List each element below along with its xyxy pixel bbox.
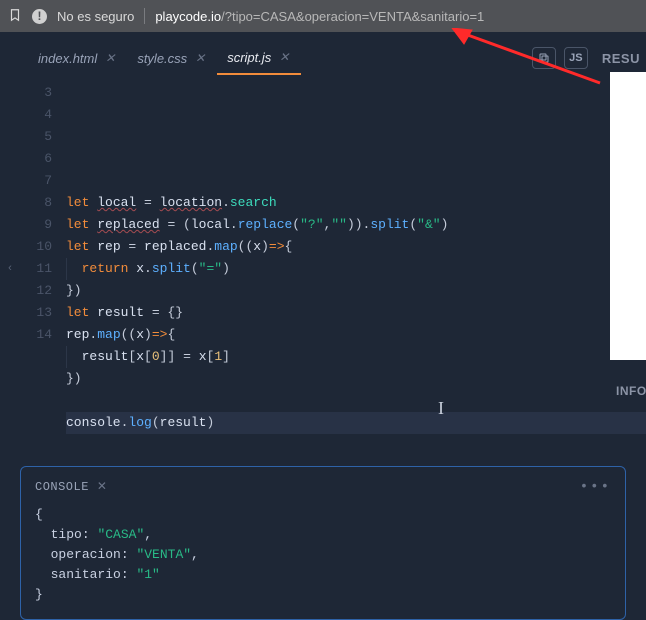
console-output[interactable]: { tipo: "CASA", operacion: "VENTA", sani… bbox=[35, 505, 611, 605]
tab-label: style.css bbox=[137, 51, 187, 66]
url-path: /?tipo=CASA&operacion=VENTA&sanitario=1 bbox=[221, 9, 484, 24]
console-title: CONSOLE bbox=[35, 477, 89, 497]
bookmark-icon[interactable] bbox=[8, 8, 22, 25]
url[interactable]: playcode.io/?tipo=CASA&operacion=VENTA&s… bbox=[155, 9, 638, 24]
code-line[interactable]: }) bbox=[66, 368, 646, 390]
code-line[interactable] bbox=[66, 390, 646, 412]
more-icon[interactable]: ••• bbox=[580, 477, 611, 497]
code-area[interactable]: ! let local = location.searchlet replace… bbox=[66, 78, 646, 458]
copy-button[interactable] bbox=[532, 47, 556, 69]
code-line[interactable]: let rep = replaced.map((x)=>{ bbox=[66, 236, 646, 258]
code-line[interactable] bbox=[66, 170, 646, 192]
code-line[interactable]: return x.split("=") bbox=[66, 258, 646, 280]
console-panel: CONSOLE ✕ ••• { tipo: "CASA", operacion:… bbox=[20, 466, 626, 620]
tab-style-css[interactable]: style.css ✕ bbox=[127, 42, 217, 75]
tab-label: index.html bbox=[38, 51, 97, 66]
tab-script-js[interactable]: script.js ✕ bbox=[217, 42, 301, 75]
preview-panel-sliver bbox=[610, 72, 646, 360]
close-icon[interactable]: ✕ bbox=[193, 51, 207, 65]
code-line[interactable]: }) bbox=[66, 280, 646, 302]
tab-label: script.js bbox=[227, 50, 271, 65]
browser-address-bar: ! No es seguro playcode.io/?tipo=CASA&op… bbox=[0, 0, 646, 32]
code-line[interactable]: rep.map((x)=>{ bbox=[66, 324, 646, 346]
chevron-left-icon: ‹ bbox=[8, 262, 12, 274]
info-panel-label: INFO bbox=[610, 378, 646, 404]
editor-tab-strip: index.html ✕ style.css ✕ script.js ✕ JS RESU bbox=[0, 38, 646, 78]
code-line[interactable]: console.log(result) bbox=[66, 412, 646, 434]
code-editor[interactable]: ‹ 34567891011121314 ! let local = locati… bbox=[0, 78, 646, 458]
language-badge[interactable]: JS bbox=[564, 47, 588, 69]
code-line[interactable]: let replaced = (local.replace("?","")).s… bbox=[66, 214, 646, 236]
not-secure-label: No es seguro bbox=[57, 9, 134, 24]
code-line[interactable]: let result = {} bbox=[66, 302, 646, 324]
close-icon[interactable]: ✕ bbox=[97, 477, 108, 497]
line-number-gutter: 34567891011121314 bbox=[20, 78, 66, 458]
divider bbox=[144, 8, 145, 24]
close-icon[interactable]: ✕ bbox=[103, 51, 117, 65]
code-line[interactable]: let local = location.search bbox=[66, 192, 646, 214]
close-icon[interactable]: ✕ bbox=[277, 50, 291, 64]
not-secure-icon[interactable]: ! bbox=[32, 9, 47, 24]
panel-collapse-rail[interactable]: ‹ bbox=[0, 78, 20, 458]
result-panel-label: RESU bbox=[602, 51, 640, 66]
tab-index-html[interactable]: index.html ✕ bbox=[28, 42, 127, 75]
url-host: playcode.io bbox=[155, 9, 221, 24]
code-line[interactable]: result[x[0]] = x[1] bbox=[66, 346, 646, 368]
